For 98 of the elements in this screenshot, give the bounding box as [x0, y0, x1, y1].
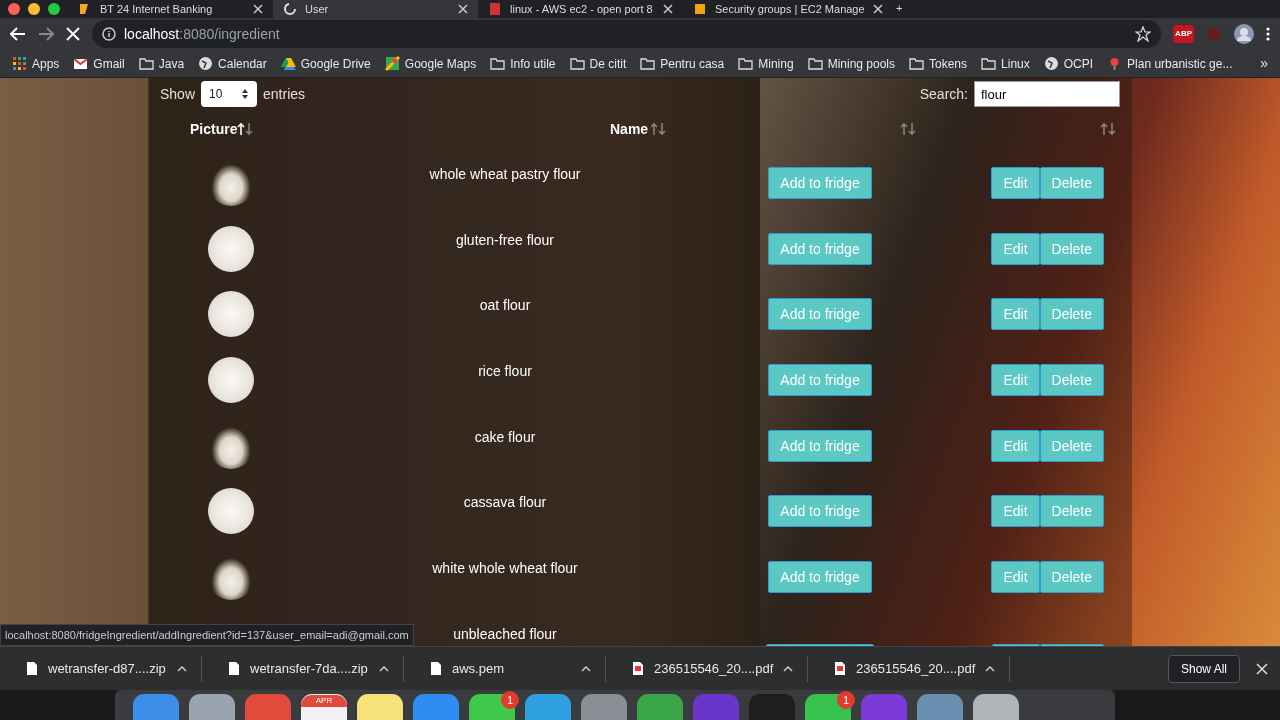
adblock-extension-button[interactable]: ABP — [1173, 25, 1194, 43]
ingredient-name: whole wheat pastry flour — [429, 165, 581, 184]
globe-icon — [1043, 56, 1059, 71]
calendar-month-text: APR — [301, 695, 347, 707]
bookmark-link[interactable]: Tokens — [909, 54, 968, 73]
folder-icon — [738, 56, 754, 71]
bookmark-link[interactable]: Plan urbanistic ge... — [1107, 54, 1233, 73]
apps-grid-icon — [12, 56, 27, 71]
folder-icon — [490, 56, 506, 71]
document-icon — [488, 2, 502, 16]
tab-title: linux - AWS ec2 - open port 8 — [510, 1, 654, 17]
close-icon[interactable] — [458, 4, 468, 14]
more-bookmarks-button[interactable]: » — [1260, 53, 1268, 74]
bookmark-link[interactable]: De citit — [569, 54, 627, 73]
folder-icon — [138, 56, 154, 71]
bookmark-link[interactable]: Linux — [981, 54, 1030, 73]
close-icon[interactable] — [253, 4, 263, 14]
notification-badge: 1 — [501, 691, 519, 709]
show-all-button[interactable]: Show All — [1167, 654, 1240, 683]
ingredient-name: cassava flour — [463, 493, 547, 513]
download-item[interactable]: wetransfer-7da....zip — [250, 658, 369, 679]
entries-label: entries — [263, 84, 306, 104]
tab-title: User — [305, 1, 330, 17]
sort-arrows-icon[interactable] — [237, 122, 254, 136]
bookmark-link[interactable]: Mining — [738, 54, 794, 73]
window-control-icon — [48, 3, 60, 15]
bookmark-link[interactable]: OCPI — [1043, 54, 1094, 73]
map-icon — [384, 56, 400, 71]
file-icon — [228, 661, 240, 676]
browser-tab[interactable]: Security groups | EC2 Manage — [683, 0, 888, 18]
bookmark-link[interactable]: Calendar — [198, 54, 267, 73]
browser-tab[interactable]: User — [273, 0, 478, 18]
bookmark-link[interactable]: Mining pools — [807, 54, 895, 73]
bookmark-link[interactable]: Pentru casa — [640, 54, 725, 73]
close-icon[interactable] — [872, 4, 883, 14]
search-field[interactable]: flour — [974, 81, 1120, 107]
download-item[interactable]: 236515546_20....pdf — [856, 658, 976, 679]
box-icon — [693, 2, 707, 16]
address-field[interactable]: localhost:8080/ingredient — [92, 20, 1162, 48]
bookmark-link[interactable]: Google Drive — [280, 54, 371, 73]
folder-icon — [807, 56, 823, 71]
forward-arrow-icon[interactable] — [38, 26, 54, 42]
browser-tab[interactable]: BT 24 Internet Banking — [68, 0, 273, 18]
mail-icon — [73, 56, 89, 71]
dock-app-icon[interactable]: APR — [301, 694, 347, 720]
folder-icon — [909, 56, 924, 71]
caret-up-icon[interactable] — [177, 665, 187, 672]
stop-icon[interactable] — [66, 27, 80, 41]
avatar-icon[interactable] — [1234, 24, 1254, 44]
tab-title: BT 24 Internet Banking — [100, 1, 214, 17]
caret-up-icon[interactable] — [985, 665, 996, 672]
column-header[interactable]: Picture — [190, 118, 238, 140]
file-icon — [430, 661, 442, 676]
tab-title: Security groups | EC2 Manage — [715, 1, 865, 17]
new-tab-button[interactable]: + — [888, 0, 911, 18]
pdf-file-icon — [632, 661, 644, 676]
folder-icon — [640, 56, 656, 71]
caret-up-icon[interactable] — [783, 665, 794, 672]
ingredient-name: white whole wheat flour — [432, 559, 578, 579]
close-icon[interactable] — [1256, 662, 1268, 675]
bookmark-link[interactable]: Info utile — [490, 54, 556, 73]
folder-icon — [569, 56, 585, 71]
search-label: Search: — [919, 84, 968, 104]
caret-up-icon[interactable] — [379, 665, 389, 672]
page-size-select[interactable]: 10 — [201, 81, 258, 107]
browser-tab[interactable]: linux - AWS ec2 - open port 8 — [478, 0, 683, 18]
globe-icon — [198, 56, 214, 71]
menu-icon[interactable] — [1266, 26, 1270, 42]
window-control-icon — [28, 3, 40, 15]
download-item[interactable]: 236515546_20....pdf — [654, 658, 774, 679]
file-icon — [26, 661, 38, 676]
star-icon[interactable] — [1135, 26, 1152, 42]
ingredient-name: unbleached flour — [453, 624, 557, 644]
stepper-icon — [241, 88, 250, 100]
info-icon — [102, 27, 116, 41]
window-control-icon — [8, 3, 20, 15]
show-label: Show — [160, 84, 196, 104]
loading-spinner-icon — [283, 2, 297, 16]
bookmark-link[interactable]: Google Maps — [384, 54, 477, 73]
back-arrow-icon[interactable] — [10, 26, 26, 42]
drive-triangle-icon — [280, 56, 296, 71]
bookmark-link[interactable]: Apps — [12, 54, 60, 73]
caret-up-icon[interactable] — [581, 665, 591, 672]
status-url-text: localhost:8080/fridgeIngredient/addIngredient?id=137&user_email=adi@gmail.com — [0, 623, 414, 646]
close-icon[interactable] — [663, 4, 673, 14]
pdf-file-icon — [834, 661, 846, 676]
bookmark-link[interactable]: Gmail — [73, 54, 125, 73]
download-item[interactable]: aws.pem — [452, 658, 571, 679]
url-text: localhost:8080/ingredient — [124, 24, 280, 44]
column-header[interactable]: Name — [610, 118, 649, 140]
ingredient-name: gluten-free flour — [455, 230, 555, 250]
ingredient-name: cake flour — [474, 427, 536, 447]
ingredient-name: oat flour — [479, 296, 531, 316]
folder-icon — [981, 56, 997, 71]
download-item[interactable]: wetransfer-d87....zip — [48, 658, 167, 679]
bookmark-link[interactable]: Java — [138, 54, 185, 73]
ingredient-name: rice flour — [478, 362, 532, 382]
notification-badge: 1 — [837, 691, 855, 709]
